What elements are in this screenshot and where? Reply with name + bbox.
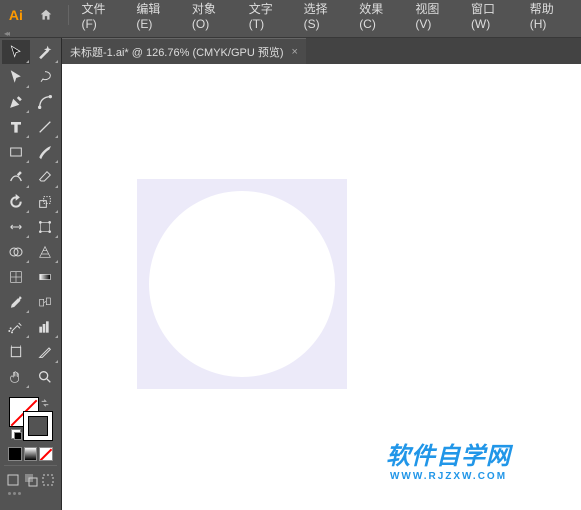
lasso-tool[interactable] xyxy=(31,65,59,89)
watermark: 软件自学网 WWW.RJZXW.COM xyxy=(386,436,511,482)
gradient-tool[interactable] xyxy=(31,265,59,289)
color-mode-none[interactable] xyxy=(39,447,53,461)
menu-help[interactable]: 帮助(H) xyxy=(523,0,577,30)
direct-selection-tool[interactable] xyxy=(2,65,30,89)
curvature-tool[interactable] xyxy=(31,90,59,114)
eraser-tool[interactable] xyxy=(31,165,59,189)
watermark-en: WWW.RJZXW.COM xyxy=(386,471,511,482)
menu-bar: Ai 文件(F) 编辑(E) 对象(O) 文字(T) 选择(S) 效果(C) 视… xyxy=(0,0,581,30)
menu-effect[interactable]: 效果(C) xyxy=(352,0,406,30)
panel-collapse-handle[interactable]: ◂◂ xyxy=(0,30,581,38)
rectangle-tool[interactable] xyxy=(2,140,30,164)
shape-builder-tool[interactable] xyxy=(2,240,30,264)
perspective-tool[interactable] xyxy=(31,240,59,264)
screen-mode-icon[interactable] xyxy=(4,492,24,500)
shaper-tool[interactable] xyxy=(2,165,30,189)
canvas[interactable]: 软件自学网 WWW.RJZXW.COM xyxy=(62,64,581,510)
hand-tool[interactable] xyxy=(2,365,30,389)
rotate-tool[interactable] xyxy=(2,190,30,214)
selection-tool[interactable] xyxy=(2,40,30,64)
menu-file[interactable]: 文件(F) xyxy=(74,0,127,30)
document-tab[interactable]: 未标题-1.ai* @ 126.76% (CMYK/GPU 预览) × xyxy=(62,38,306,64)
color-mode-solid[interactable] xyxy=(8,447,22,461)
graph-tool[interactable] xyxy=(31,315,59,339)
line-tool[interactable] xyxy=(31,115,59,139)
document-tab-bar: 未标题-1.ai* @ 126.76% (CMYK/GPU 预览) × xyxy=(62,38,581,64)
width-tool[interactable] xyxy=(2,215,30,239)
artboard-tool[interactable] xyxy=(2,340,30,364)
brush-tool[interactable] xyxy=(31,140,59,164)
workspace: 未标题-1.ai* @ 126.76% (CMYK/GPU 预览) × 软件自学… xyxy=(62,38,581,510)
menu-window[interactable]: 窗口(W) xyxy=(464,0,521,30)
scale-tool[interactable] xyxy=(31,190,59,214)
draw-mode-inside[interactable] xyxy=(39,470,57,490)
mesh-tool[interactable] xyxy=(2,265,30,289)
magic-wand-tool[interactable] xyxy=(31,40,59,64)
menu-type[interactable]: 文字(T) xyxy=(242,0,295,30)
default-colors-icon[interactable] xyxy=(11,429,21,439)
menu-select[interactable]: 选择(S) xyxy=(297,0,351,30)
draw-mode-behind[interactable] xyxy=(22,470,40,490)
artboard-rect xyxy=(137,179,347,389)
color-mode-gradient[interactable] xyxy=(24,447,38,461)
symbol-sprayer-tool[interactable] xyxy=(2,315,30,339)
swap-colors-icon[interactable] xyxy=(40,398,50,408)
app-logo: Ai xyxy=(4,5,28,25)
home-icon[interactable] xyxy=(36,5,56,25)
pen-tool[interactable] xyxy=(2,90,30,114)
circle-shape xyxy=(149,191,335,377)
menu-edit[interactable]: 编辑(E) xyxy=(129,0,183,30)
slice-tool[interactable] xyxy=(31,340,59,364)
stroke-color-swatch[interactable] xyxy=(23,411,53,441)
close-icon[interactable]: × xyxy=(292,46,298,58)
zoom-tool[interactable] xyxy=(31,365,59,389)
menu-view[interactable]: 视图(V) xyxy=(408,0,462,30)
menu-object[interactable]: 对象(O) xyxy=(185,0,240,30)
blend-tool[interactable] xyxy=(31,290,59,314)
tools-panel xyxy=(0,38,62,510)
eyedropper-tool[interactable] xyxy=(2,290,30,314)
draw-mode-normal[interactable] xyxy=(4,470,22,490)
type-tool[interactable] xyxy=(2,115,30,139)
free-transform-tool[interactable] xyxy=(31,215,59,239)
watermark-cn: 软件自学网 xyxy=(386,436,511,471)
menu-divider xyxy=(68,5,69,25)
color-picker-area xyxy=(2,393,59,504)
document-tab-title: 未标题-1.ai* @ 126.76% (CMYK/GPU 预览) xyxy=(70,44,284,60)
